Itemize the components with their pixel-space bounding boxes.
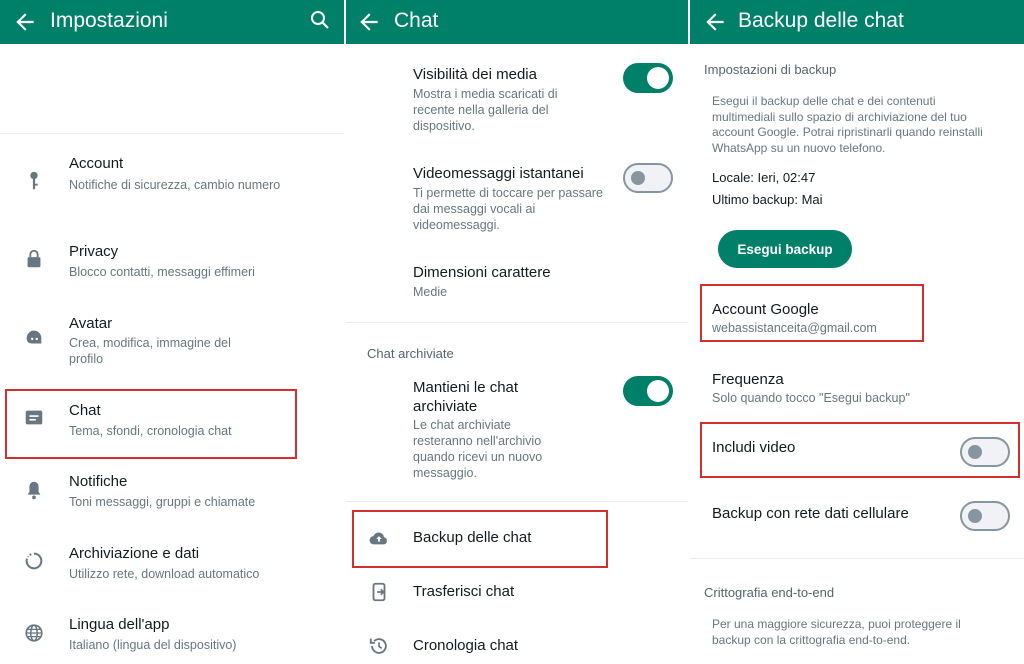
divider [346, 322, 688, 323]
chat-history-link[interactable]: Cronologia chat [346, 628, 688, 664]
frequency-row[interactable]: Frequenza Solo quando tocco "Esegui back… [690, 366, 1024, 410]
highlight-box [352, 510, 608, 568]
search-icon[interactable] [308, 8, 332, 32]
highlight-box [700, 422, 1020, 478]
media-visibility-row[interactable]: Visibilità dei media Mostra i media scar… [346, 60, 688, 140]
divider [346, 501, 688, 502]
cellular-backup-toggle[interactable] [960, 501, 1010, 531]
transfer-chat-link[interactable]: Trasferisci chat [346, 574, 688, 610]
back-arrow-icon[interactable] [12, 9, 38, 35]
settings-item-account[interactable]: Account Notifiche di sicurezza, cambio n… [0, 148, 344, 218]
cellular-backup-row[interactable]: Backup con rete dati cellulare [690, 498, 1024, 538]
instant-video-row[interactable]: Videomessaggi istantanei Ti permette di … [346, 158, 688, 238]
highlight-box [5, 389, 297, 459]
row-title: Mantieni le chat archiviate [413, 379, 519, 415]
settings-item-language[interactable]: Lingua dell'app Italiano (lingua del dis… [0, 609, 344, 664]
history-icon [369, 638, 387, 654]
toggle-knob [647, 380, 669, 402]
row-subtitle: Ti permette di toccare per passare dai m… [413, 186, 603, 232]
item-subtitle: Crea, modifica, immagine del profilo [69, 336, 231, 366]
e2e-description: Per una maggiore sicurezza, puoi protegg… [712, 617, 961, 647]
item-subtitle: Toni messaggi, gruppi e chiamate [69, 495, 256, 509]
keep-archived-row[interactable]: Mantieni le chat archiviate Le chat arch… [346, 373, 688, 483]
font-size-row[interactable]: Dimensioni carattere Medie [346, 258, 688, 308]
row-title: Frequenza [712, 371, 784, 388]
settings-item-storage[interactable]: Archiviazione e dati Utilizzo rete, down… [0, 538, 344, 593]
highlight-box [700, 284, 924, 342]
settings-item-avatar[interactable]: Avatar Crea, modifica, immagine del prof… [0, 307, 344, 377]
divider [0, 133, 344, 134]
item-subtitle: Blocco contatti, messaggi effimeri [69, 265, 255, 279]
link-label: Cronologia chat [413, 637, 519, 654]
row-title: Backup con rete dati cellulare [712, 505, 909, 522]
row-title: Videomessaggi istantanei [413, 165, 584, 182]
row-title: Visibilità dei media [413, 66, 537, 83]
key-icon [30, 171, 38, 190]
storage-circle-icon [25, 552, 43, 570]
chat-backup-panel: Backup delle chat Impostazioni di backup… [690, 0, 1024, 664]
backup-description: Esegui il backup delle chat e dei conten… [712, 94, 983, 155]
bell-icon [27, 481, 41, 500]
item-title: Archiviazione e dati [69, 545, 200, 562]
item-title: Lingua dell'app [69, 616, 170, 633]
toggle-knob [647, 67, 669, 89]
item-title: Privacy [69, 243, 119, 260]
section-label: Chat archiviate [367, 346, 454, 361]
chat-settings-panel: Chat Visibilità dei media Mostra i media… [346, 0, 688, 664]
page-title: Chat [394, 9, 439, 32]
item-title: Avatar [69, 315, 113, 332]
row-value: Medie [413, 285, 448, 299]
row-subtitle: Le chat archiviate resteranno nell'archi… [413, 418, 543, 480]
settings-topbar: Impostazioni [0, 0, 344, 44]
row-value: Solo quando tocco "Esegui backup" [712, 391, 910, 405]
run-backup-button[interactable]: Esegui backup [718, 230, 852, 268]
chat-topbar: Chat [346, 0, 688, 44]
row-subtitle: Mostra i media scaricati di recente nell… [413, 87, 558, 133]
row-title: Dimensioni carattere [413, 264, 551, 281]
page-title: Backup delle chat [738, 9, 904, 32]
section-label: Impostazioni di backup [704, 62, 837, 77]
item-subtitle: Notifiche di sicurezza, cambio numero [69, 178, 281, 192]
back-arrow-icon[interactable] [356, 9, 382, 35]
settings-item-privacy[interactable]: Privacy Blocco contatti, messaggi effime… [0, 236, 344, 296]
item-title: Account [69, 155, 124, 172]
instant-video-toggle[interactable] [623, 163, 673, 193]
local-backup-info: Locale: Ieri, 02:47 [712, 170, 816, 185]
avatar-icon [26, 330, 42, 344]
back-arrow-icon[interactable] [702, 9, 728, 35]
item-subtitle: Italiano (lingua del dispositivo) [69, 638, 237, 652]
link-label: Trasferisci chat [413, 583, 515, 600]
lock-icon [27, 249, 41, 268]
toggle-knob [631, 171, 645, 185]
phone-transfer-icon [372, 582, 386, 602]
settings-item-notifications[interactable]: Notifiche Toni messaggi, gruppi e chiama… [0, 467, 344, 522]
last-backup-info: Ultimo backup: Mai [712, 192, 823, 207]
keep-archived-toggle[interactable] [623, 376, 673, 406]
toggle-knob [968, 509, 982, 523]
divider [690, 558, 1024, 559]
backup-topbar: Backup delle chat [690, 0, 1024, 44]
globe-icon [25, 624, 43, 642]
section-label: Crittografia end-to-end [704, 585, 835, 600]
item-subtitle: Utilizzo rete, download automatico [69, 567, 260, 581]
settings-panel: Impostazioni Account Notifiche di sicure… [0, 0, 344, 664]
media-visibility-toggle[interactable] [623, 63, 673, 93]
page-title: Impostazioni [50, 9, 168, 32]
item-title: Notifiche [69, 473, 128, 490]
